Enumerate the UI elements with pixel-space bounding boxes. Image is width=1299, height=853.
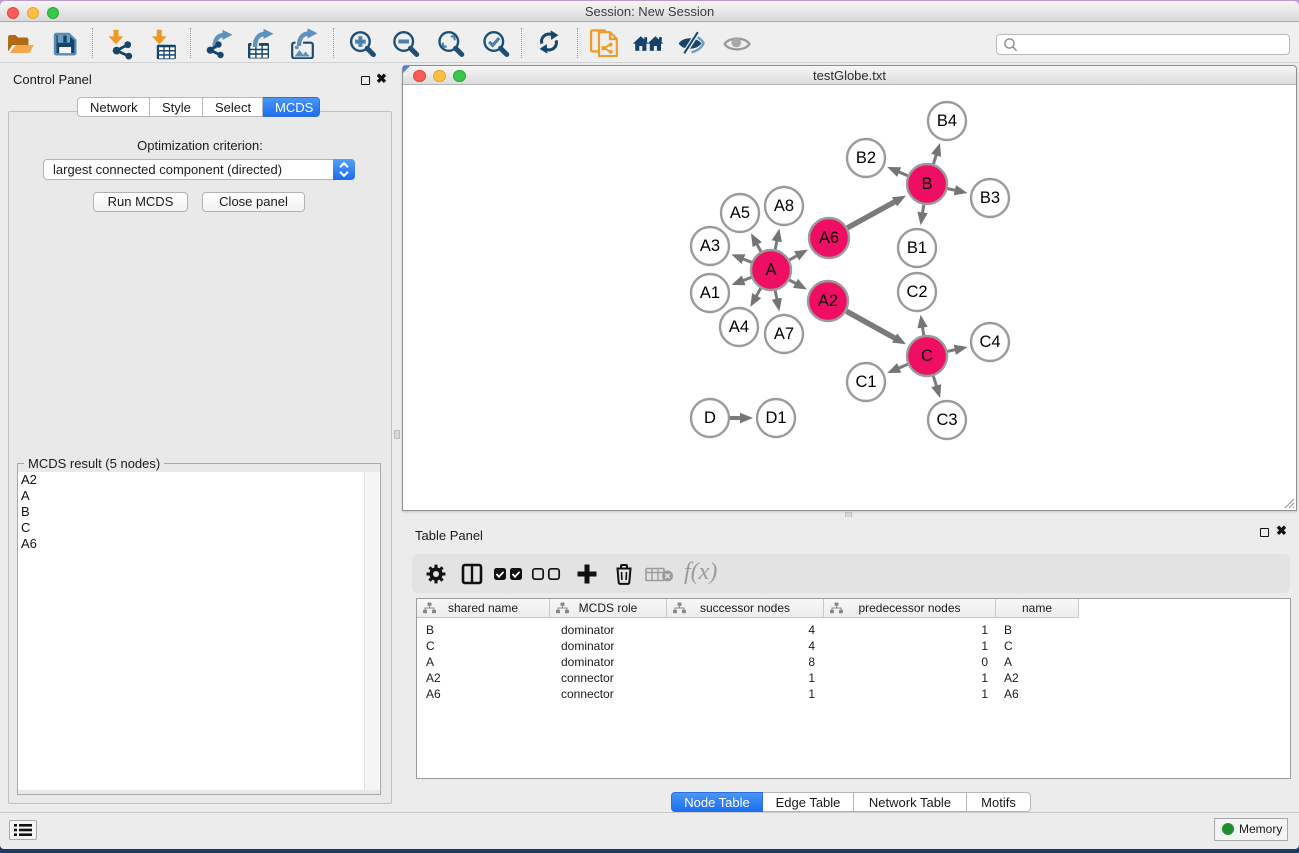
svg-text:D: D [704,409,716,427]
svg-text:A3: A3 [700,237,720,255]
svg-text:A: A [765,261,776,279]
svg-text:B3: B3 [980,189,1000,207]
svg-text:A4: A4 [729,318,749,336]
svg-text:C3: C3 [936,411,957,429]
svg-text:C4: C4 [979,333,1000,351]
svg-text:D1: D1 [765,409,786,427]
svg-text:C2: C2 [906,283,927,301]
svg-text:B: B [921,175,932,193]
svg-text:B2: B2 [856,149,876,167]
svg-text:C1: C1 [855,373,876,391]
svg-text:A1: A1 [700,284,720,302]
svg-text:A2: A2 [818,292,838,310]
svg-text:A6: A6 [819,229,839,247]
svg-text:B4: B4 [937,112,957,130]
svg-text:C: C [921,347,933,365]
svg-text:A7: A7 [774,325,794,343]
svg-text:A5: A5 [730,204,750,222]
svg-text:A8: A8 [774,197,794,215]
svg-text:B1: B1 [907,239,927,257]
